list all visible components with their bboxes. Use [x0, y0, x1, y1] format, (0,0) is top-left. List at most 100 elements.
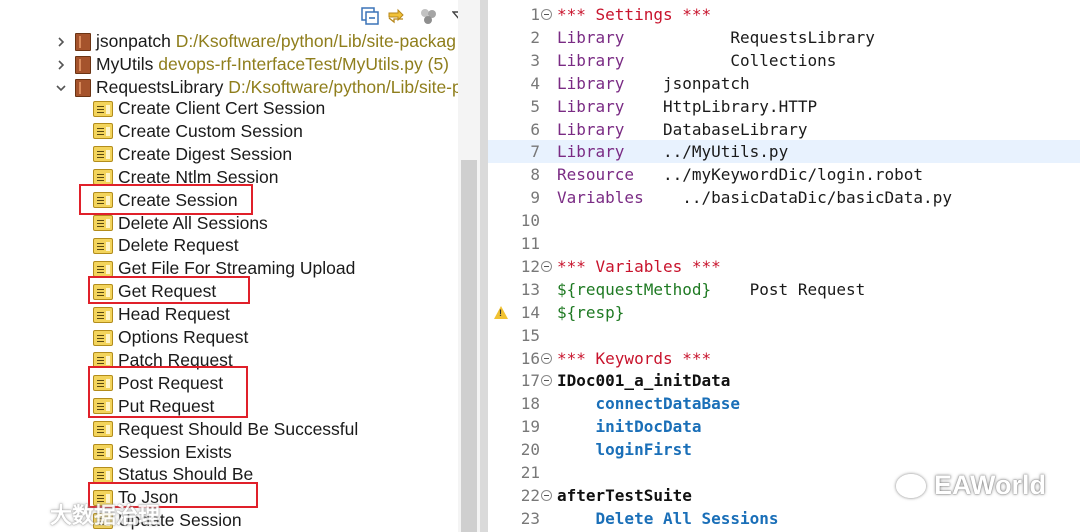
keyword-label: Create Digest Session: [118, 143, 293, 164]
code-line[interactable]: 14 ${resp}: [488, 301, 1080, 324]
chevron-down-icon[interactable]: [55, 82, 67, 94]
fold-toggle-icon[interactable]: [541, 489, 552, 501]
code-line[interactable]: 6 Library DatabaseLibrary: [488, 118, 1080, 141]
code-text: ${requestMethod} Post Request: [557, 278, 865, 301]
fold-toggle-icon[interactable]: [541, 260, 552, 272]
watermark-left-text: 大数据治理: [50, 503, 161, 528]
keyword-item[interactable]: Create Digest Session: [0, 143, 458, 166]
line-number: 19: [520, 417, 540, 437]
library-jar-icon: [75, 32, 91, 51]
library-node[interactable]: MyUtils devops-rf-InterfaceTest/MyUtils.…: [0, 53, 458, 76]
line-number: 14: [520, 302, 540, 322]
code-line[interactable]: 12 *** Variables ***: [488, 255, 1080, 278]
fold-toggle-icon[interactable]: [541, 352, 552, 364]
line-number: 13: [520, 279, 540, 299]
code-token: ../myKeywordDic/login.robot: [634, 165, 924, 185]
line-number: 10: [520, 211, 540, 231]
code-token: IDoc001_a_initData: [557, 371, 731, 391]
keyword-label: Create Client Cert Session: [118, 98, 326, 118]
scrollbar-thumb[interactable]: [461, 160, 477, 532]
library-node[interactable]: jsonpatch D:/Ksoftware/python/Lib/site-p…: [0, 30, 458, 53]
code-line[interactable]: 4 Library jsonpatch: [488, 72, 1080, 95]
line-number: 4: [530, 73, 540, 93]
keyword-item[interactable]: Request Should Be Successful: [0, 418, 458, 441]
keyword-icon: [93, 215, 113, 231]
code-editor[interactable]: 1 *** Settings *** 2 Library RequestsLibrar…: [488, 0, 1080, 532]
watermark-logo-icon: [4, 498, 44, 530]
filter-icon[interactable]: [418, 6, 438, 26]
code-line[interactable]: 19 initDocData: [488, 415, 1080, 438]
code-line[interactable]: 8 Resource ../myKeywordDic/login.robot: [488, 163, 1080, 186]
keyword-item[interactable]: Create Custom Session: [0, 120, 458, 143]
line-number: 8: [530, 165, 540, 185]
code-text: Library DatabaseLibrary: [557, 118, 807, 141]
code-text: Delete All Sessions: [557, 507, 779, 530]
code-token: Library: [557, 119, 625, 139]
code-token: ${requestMethod}: [557, 279, 712, 299]
code-text: IDoc001_a_initData: [557, 369, 730, 392]
code-text: Library HttpLibrary.HTTP: [557, 95, 817, 118]
fold-toggle-icon[interactable]: [541, 9, 552, 20]
line-number: 2: [530, 27, 540, 47]
code-line[interactable]: 11: [488, 232, 1080, 255]
code-line[interactable]: 13 ${requestMethod} Post Request: [488, 278, 1080, 301]
keyword-item[interactable]: Delete Request: [0, 234, 458, 257]
library-tree-pane: jsonpatch D:/Ksoftware/python/Lib/site-p…: [0, 0, 480, 532]
code-line[interactable]: 15: [488, 324, 1080, 347]
code-line[interactable]: 20 loginFirst: [488, 438, 1080, 461]
highlight-post-put-request: [88, 366, 248, 418]
code-text: *** Variables ***: [557, 255, 721, 278]
keyword-label: Delete Request: [118, 235, 239, 256]
keyword-item[interactable]: Session Exists: [0, 441, 458, 464]
watermark-right-text: EAWorld: [934, 470, 1047, 500]
keyword-icon: [93, 444, 113, 460]
code-line[interactable]: 23 Delete All Sessions: [488, 507, 1080, 530]
keyword-item[interactable]: Create Client Cert Session: [0, 97, 458, 120]
code-token: ${resp}: [557, 302, 625, 322]
code-line[interactable]: 5 Library HttpLibrary.HTTP: [488, 95, 1080, 118]
code-text: connectDataBase: [557, 392, 741, 415]
tree-scrollbar[interactable]: [458, 0, 480, 532]
code-line[interactable]: 18 connectDataBase: [488, 392, 1080, 415]
code-line[interactable]: 1 *** Settings ***: [488, 3, 1080, 26]
code-text: *** Settings ***: [557, 3, 711, 26]
line-number: 20: [520, 440, 540, 460]
code-token: DatabaseLibrary: [624, 119, 808, 139]
code-text: Library ../MyUtils.py: [557, 140, 788, 163]
library-path: devops-rf-InterfaceTest/MyUtils.py (5): [158, 54, 450, 74]
library-label: jsonpatch D:/Ksoftware/python/Lib/site-p…: [96, 31, 456, 52]
library-path: D:/Ksoftware/python/Lib/site-packag: [175, 31, 456, 51]
collapse-all-icon[interactable]: [360, 6, 380, 26]
link-with-editor-icon[interactable]: [386, 6, 406, 26]
chevron-right-icon[interactable]: [55, 59, 67, 71]
code-token: Post Request: [711, 279, 866, 299]
code-token: initDocData: [595, 417, 702, 437]
library-node[interactable]: RequestsLibrary D:/Ksoftware/python/Lib/…: [0, 76, 462, 99]
library-label: RequestsLibrary D:/Ksoftware/python/Lib/…: [96, 77, 462, 98]
keyword-item[interactable]: Options Request: [0, 326, 458, 349]
code-line[interactable]: 3 Library Collections: [488, 49, 1080, 72]
line-number: 9: [530, 188, 540, 208]
keyword-item[interactable]: Head Request: [0, 303, 458, 326]
code-line[interactable]: 10: [488, 209, 1080, 232]
code-line[interactable]: 9 Variables ../basicDataDic/basicData.py: [488, 186, 1080, 209]
code-line[interactable]: 16 *** Keywords ***: [488, 347, 1080, 370]
code-line[interactable]: 7 Library ../MyUtils.py: [488, 140, 1080, 164]
code-text: Library jsonpatch: [557, 72, 750, 95]
code-token: RequestsLibrary: [624, 27, 875, 47]
line-number: 11: [520, 234, 540, 253]
code-line[interactable]: 17 IDoc001_a_initData: [488, 369, 1080, 392]
chevron-right-icon[interactable]: [55, 36, 67, 48]
code-line[interactable]: 2 Library RequestsLibrary: [488, 26, 1080, 49]
highlight-create-session: [79, 184, 253, 215]
keyword-label: Session Exists: [118, 441, 232, 462]
code-token: Library: [557, 96, 625, 116]
library-name: jsonpatch: [96, 31, 171, 51]
code-text: Library RequestsLibrary: [557, 26, 875, 49]
pane-divider[interactable]: [480, 0, 488, 532]
code-token: Library: [557, 142, 625, 162]
code-text: initDocData: [557, 415, 702, 438]
line-number: 5: [530, 96, 540, 116]
fold-toggle-icon[interactable]: [541, 375, 552, 387]
